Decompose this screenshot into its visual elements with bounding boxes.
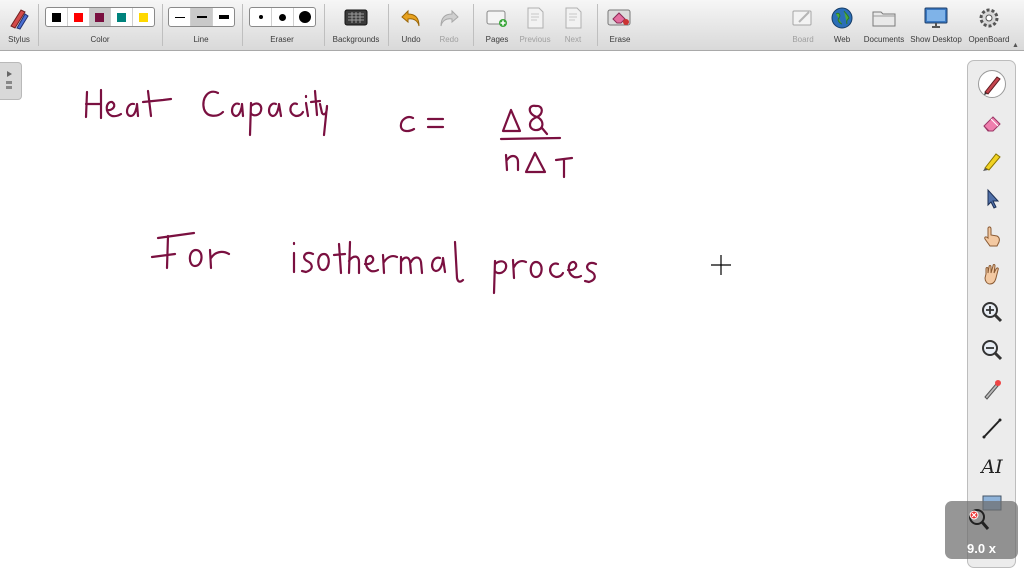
redo-label: Redo <box>439 35 459 44</box>
eraser-large-button[interactable] <box>294 8 315 26</box>
hand-icon <box>984 264 999 285</box>
pen-tool-button[interactable] <box>978 70 1006 98</box>
zoom-indicator-icon <box>969 509 990 530</box>
hand-pointer-icon <box>984 226 1000 247</box>
hand-tool-button[interactable] <box>978 260 1006 288</box>
line-width-selector <box>168 7 235 27</box>
undo-label: Undo <box>401 35 421 44</box>
handwriting-ink <box>84 88 598 295</box>
line-icon <box>982 418 1002 439</box>
color-yellow-button[interactable] <box>133 8 154 26</box>
show-desktop-icon[interactable] <box>923 5 949 31</box>
highlighter-tool-button[interactable] <box>978 146 1006 174</box>
color-teal-button[interactable] <box>111 8 134 26</box>
redo-icon[interactable] <box>436 5 462 31</box>
separator <box>162 4 163 46</box>
selector-tool-button[interactable] <box>978 184 1006 212</box>
laser-pointer-icon <box>984 380 1001 400</box>
yellow-swatch <box>139 12 149 22</box>
line-tool-button[interactable] <box>978 414 1006 442</box>
eraser-size-selector <box>249 7 316 27</box>
handwriting-for-isothermal-process <box>150 231 598 295</box>
medium-dot-icon <box>279 13 286 21</box>
openboard-label: OpenBoard <box>968 35 1010 44</box>
line-label: Line <box>193 35 209 44</box>
handwriting-formula <box>399 104 574 179</box>
separator <box>242 4 243 46</box>
handwriting-heat-capacity <box>84 88 329 137</box>
medium-line-icon <box>196 16 207 18</box>
laser-pointer-tool-button[interactable] <box>978 375 1006 403</box>
maroon-swatch <box>95 12 105 22</box>
backgrounds-label: Backgrounds <box>332 35 380 44</box>
separator <box>597 4 598 46</box>
board-icon[interactable] <box>790 5 816 31</box>
eraser-icon <box>983 116 1001 132</box>
documents-icon[interactable] <box>871 5 897 31</box>
small-dot-icon <box>258 15 263 19</box>
openboard-gear-icon[interactable] <box>976 5 1002 31</box>
pointer-icon <box>987 188 1000 209</box>
highlighter-icon <box>983 153 1001 171</box>
erase-label: Erase <box>609 35 631 44</box>
color-selector <box>45 7 155 27</box>
undo-icon[interactable] <box>398 5 424 31</box>
crosshair-cursor-icon <box>711 255 731 275</box>
top-toolbar: Stylus Color Line Eraser Backgrounds Und… <box>0 0 1024 51</box>
zoom-in-tool-button[interactable] <box>978 298 1006 326</box>
previous-label: Previous <box>519 35 551 44</box>
stylus-label: Stylus <box>8 35 30 44</box>
color-black-button[interactable] <box>46 8 68 26</box>
whiteboard-canvas[interactable] <box>0 52 1024 576</box>
web-icon[interactable] <box>829 5 855 31</box>
zoom-level-overlay: 9.0 x <box>945 501 1018 559</box>
zoom-out-tool-button[interactable] <box>978 336 1006 364</box>
thick-line-icon <box>218 15 229 19</box>
next-label: Next <box>564 35 582 44</box>
color-maroon-button[interactable] <box>89 8 112 26</box>
zoom-level-text: 9.0 x <box>967 541 996 556</box>
thin-line-icon <box>174 16 185 18</box>
pen-icon <box>984 76 1001 95</box>
line-medium-button[interactable] <box>191 8 213 26</box>
board-label: Board <box>792 35 814 44</box>
teal-swatch <box>117 12 127 22</box>
color-label: Color <box>90 35 110 44</box>
line-thick-button[interactable] <box>213 8 234 26</box>
stylus-icon[interactable] <box>6 5 32 31</box>
separator <box>388 4 389 46</box>
zoom-out-icon <box>982 340 1003 361</box>
eraser-small-button[interactable] <box>250 8 272 26</box>
web-label: Web <box>833 35 851 44</box>
color-red-button[interactable] <box>68 8 90 26</box>
large-dot-icon <box>298 11 311 23</box>
text-icon: AI <box>981 456 1003 478</box>
eraser-tool-button[interactable] <box>978 109 1006 137</box>
zoom-in-icon <box>982 302 1003 323</box>
red-swatch <box>73 12 83 22</box>
erase-all-icon[interactable] <box>607 5 633 31</box>
pages-label: Pages <box>485 35 509 44</box>
text-tool-button[interactable]: AI <box>978 453 1006 481</box>
pages-icon[interactable] <box>484 5 510 31</box>
line-thin-button[interactable] <box>169 8 191 26</box>
separator <box>38 4 39 46</box>
eraser-medium-button[interactable] <box>272 8 294 26</box>
separator <box>324 4 325 46</box>
collapse-arrow-icon[interactable]: ▲ <box>1012 42 1019 49</box>
black-swatch <box>51 12 61 22</box>
documents-label: Documents <box>863 35 905 44</box>
previous-page-icon[interactable] <box>522 5 548 31</box>
page-thumbnails-toggle[interactable] <box>0 62 22 100</box>
eraser-label: Eraser <box>270 35 294 44</box>
interact-tool-button[interactable] <box>978 222 1006 250</box>
next-page-icon[interactable] <box>560 5 586 31</box>
separator <box>473 4 474 46</box>
backgrounds-icon[interactable] <box>343 5 369 31</box>
show-desktop-label: Show Desktop <box>910 35 962 44</box>
